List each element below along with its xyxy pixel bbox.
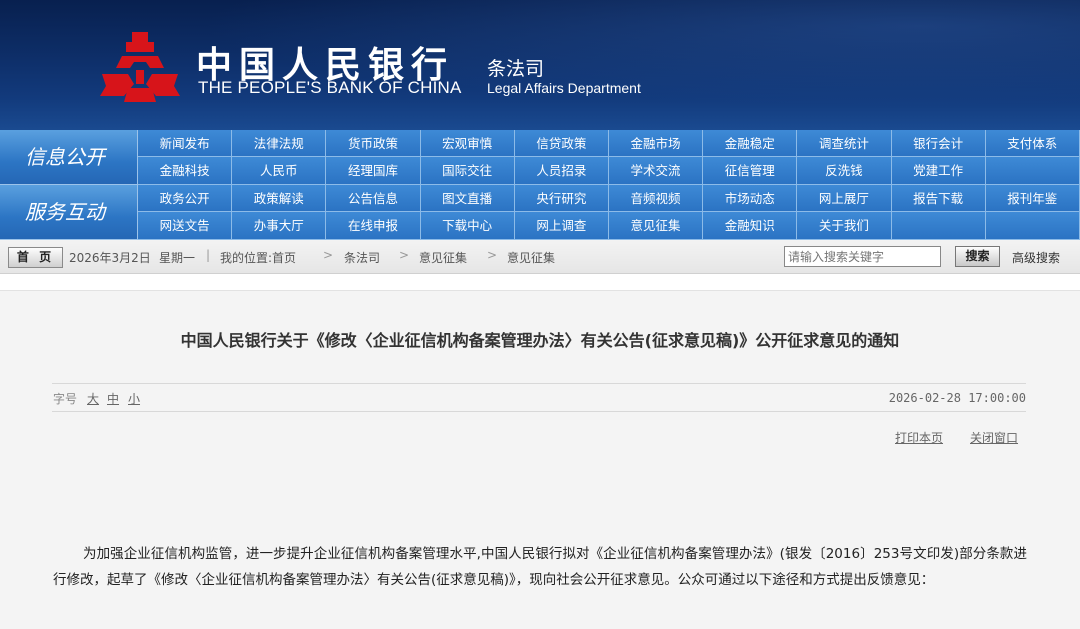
nav-service-item[interactable]: 下载中心	[420, 212, 515, 240]
nav-service-item[interactable]: 关于我们	[797, 212, 892, 240]
search-input[interactable]	[784, 246, 941, 267]
nav-service-item[interactable]: 市场动态	[703, 185, 798, 212]
nav-service-item[interactable]: 政策解读	[232, 185, 327, 212]
nav-info-item[interactable]: 支付体系	[985, 130, 1080, 157]
nav-info-item[interactable]: 学术交流	[608, 157, 704, 185]
chevron-right-icon: >	[487, 248, 498, 262]
dept-name-cn: 条法司	[487, 58, 545, 80]
nav-info-item[interactable]: 信贷政策	[514, 130, 609, 157]
home-button[interactable]: 首 页	[8, 247, 63, 268]
nav-service-item[interactable]: 央行研究	[514, 185, 609, 212]
nav-service-item[interactable]: 报刊年鉴	[985, 185, 1080, 212]
nav-service-item[interactable]: 意见征集	[608, 212, 704, 240]
nav-empty-cell	[891, 212, 986, 240]
nav-info-item[interactable]: 经理国库	[326, 157, 421, 185]
publish-date: 2026-02-28 17:00:00	[888, 391, 1026, 405]
nav-grid-info: 新闻发布 法律法规 货币政策 宏观审慎 信贷政策 金融市场 金融稳定 调查统计 银行会计 支付体系…	[138, 130, 1080, 185]
nav-service-item[interactable]: 政务公开	[138, 185, 233, 212]
nav-service-item[interactable]: 办事大厅	[232, 212, 327, 240]
breadcrumb-item[interactable]: 条法司	[344, 249, 380, 266]
nav-info-item[interactable]: 法律法规	[232, 130, 327, 157]
font-size-medium-link[interactable]: 中	[107, 390, 119, 407]
breadcrumb-item[interactable]: 意见征集	[419, 249, 467, 266]
nav-info-item[interactable]: 新闻发布	[138, 130, 233, 157]
nav-info-item[interactable]: 金融市场	[608, 130, 704, 157]
nav-service-item[interactable]: 在线申报	[326, 212, 421, 240]
print-page-link[interactable]: 打印本页	[895, 429, 943, 446]
nav-info-item[interactable]: 调查统计	[797, 130, 892, 157]
article-body: 为加强企业征信机构监管，进一步提升企业征信机构备案管理水平,中国人民银行拟对《企…	[53, 546, 1027, 588]
nav-service-item[interactable]: 公告信息	[326, 185, 421, 212]
font-size-large-link[interactable]: 大	[87, 390, 99, 407]
article-title: 中国人民银行关于《修改〈企业征信机构备案管理办法〉有关公告(征求意见稿)》公开征…	[180, 331, 900, 350]
nav-info-item[interactable]: 金融科技	[138, 157, 233, 185]
nav-empty-cell	[985, 157, 1080, 185]
nav-section-label-info: 信息公开	[0, 130, 138, 185]
search-button[interactable]: 搜索	[955, 246, 1000, 267]
nav-section-label-service: 服务互动	[0, 185, 138, 240]
nav-info-item[interactable]: 国际交往	[420, 157, 515, 185]
nav-info-item[interactable]: 人民币	[232, 157, 327, 185]
divider	[52, 411, 1026, 412]
nav-info-item[interactable]: 银行会计	[891, 130, 986, 157]
dept-name-en: Legal Affairs Department	[487, 80, 641, 96]
nav-service-item[interactable]: 网上调查	[514, 212, 609, 240]
nav-info-item[interactable]: 人员招录	[514, 157, 609, 185]
nav-info-item[interactable]: 反洗钱	[797, 157, 892, 185]
current-date: 2026年3月2日	[69, 251, 151, 265]
main-nav: 信息公开 新闻发布 法律法规 货币政策 宏观审慎 信贷政策 金融市场 金融稳定 调查统计 银行会…	[0, 130, 1080, 240]
current-weekday: 星期一	[159, 251, 196, 265]
nav-section-info: 信息公开 新闻发布 法律法规 货币政策 宏观审慎 信贷政策 金融市场 金融稳定 调查统计 银行会…	[0, 130, 1080, 185]
font-size-small-link[interactable]: 小	[128, 390, 140, 407]
chevron-right-icon: >	[323, 248, 334, 262]
divider	[52, 383, 1026, 384]
article-area: 中国人民银行关于《修改〈企业征信机构备案管理办法〉有关公告(征求意见稿)》公开征…	[0, 290, 1080, 629]
nav-grid-service: 政务公开 政策解读 公告信息 图文直播 央行研究 音频视频 市场动态 网上展厅 报告下载 报刊年鉴…	[138, 185, 1080, 240]
divider: |	[206, 248, 211, 262]
nav-empty-cell	[985, 212, 1080, 240]
advanced-search-link[interactable]: 高级搜索	[1012, 249, 1060, 266]
nav-section-service: 服务互动 政务公开 政策解读 公告信息 图文直播 央行研究 音频视频 市场动态 网上展厅 报告下…	[0, 185, 1080, 240]
site-header: 中国人民银行 THE PEOPLE'S BANK OF CHINA 条法司 Le…	[0, 0, 1080, 130]
nav-info-item[interactable]: 金融稳定	[703, 130, 798, 157]
nav-info-item[interactable]: 征信管理	[703, 157, 798, 185]
nav-service-item[interactable]: 网上展厅	[797, 185, 892, 212]
nav-info-item[interactable]: 党建工作	[891, 157, 986, 185]
nav-info-item[interactable]: 宏观审慎	[420, 130, 515, 157]
breadcrumb-bar: 首 页 2026年3月2日 星期一 | 我的位置:首页 > 条法司 > 意见征集…	[0, 240, 1080, 274]
nav-service-item[interactable]: 图文直播	[420, 185, 515, 212]
breadcrumb-item[interactable]: 意见征集	[507, 249, 555, 266]
close-window-link[interactable]: 关闭窗口	[970, 429, 1018, 446]
nav-service-item[interactable]: 金融知识	[703, 212, 798, 240]
org-name-en: THE PEOPLE'S BANK OF CHINA	[198, 78, 462, 97]
pboc-emblem-icon	[100, 32, 180, 102]
chevron-right-icon: >	[399, 248, 410, 262]
nav-info-item[interactable]: 货币政策	[326, 130, 421, 157]
font-size-label: 字号	[53, 392, 78, 406]
nav-service-item[interactable]: 报告下载	[891, 185, 986, 212]
breadcrumb-location[interactable]: 我的位置:首页	[220, 249, 296, 266]
nav-service-item[interactable]: 网送文告	[138, 212, 233, 240]
nav-service-item[interactable]: 音频视频	[608, 185, 704, 212]
